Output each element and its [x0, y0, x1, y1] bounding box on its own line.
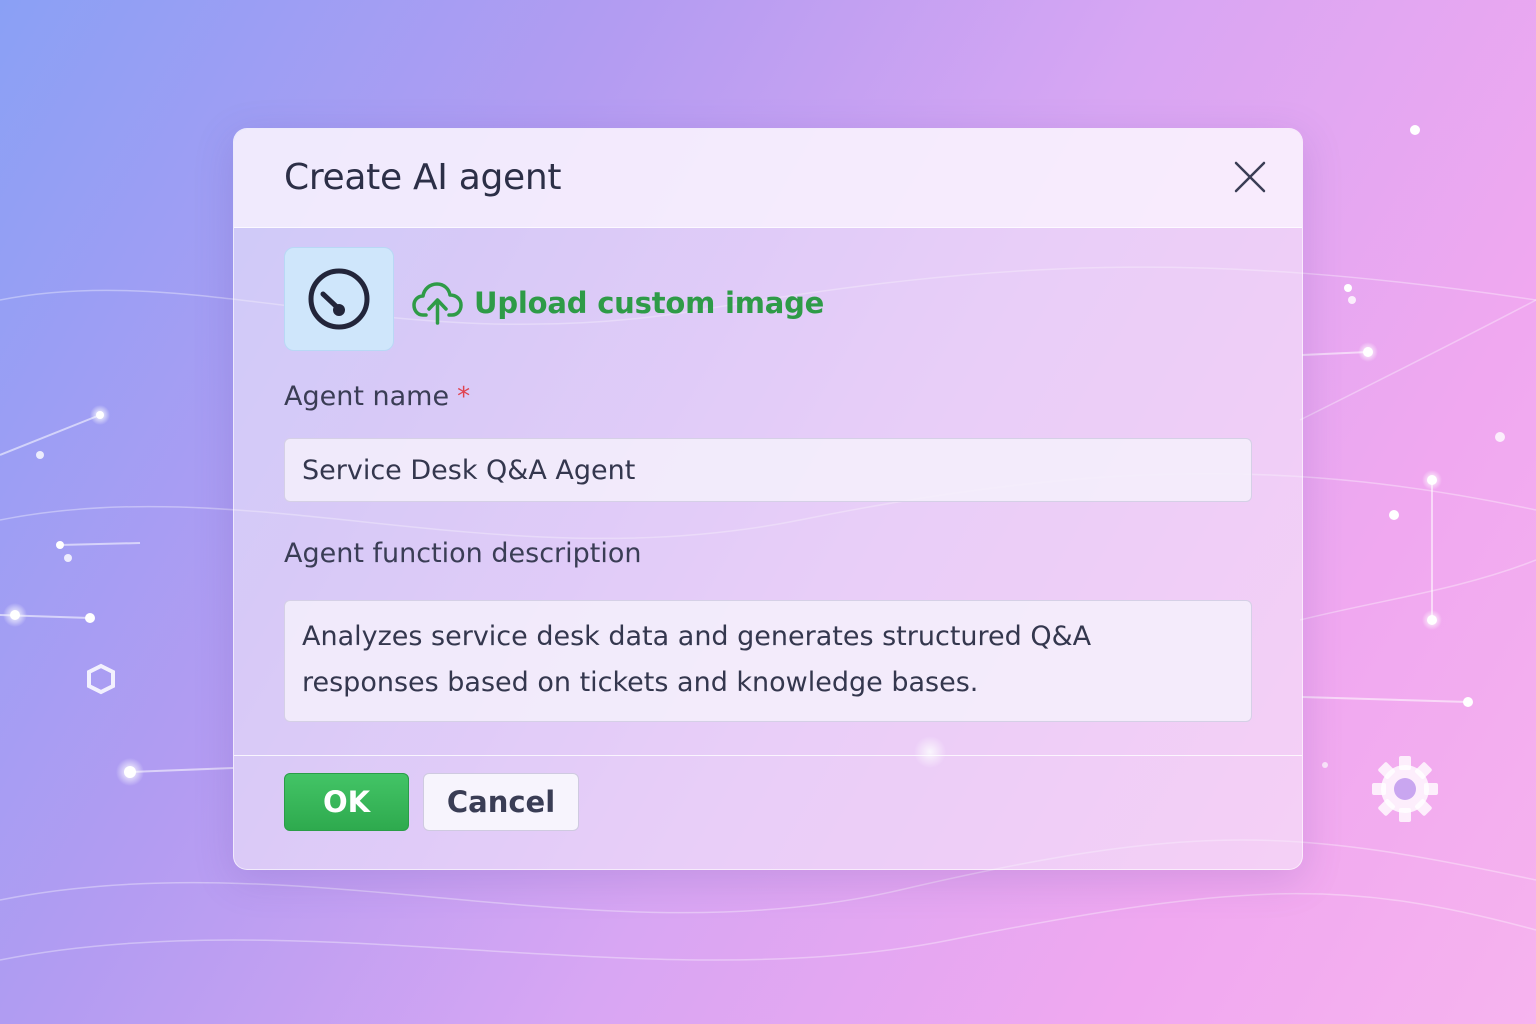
agent-description-label: Agent function description — [284, 538, 642, 569]
dialog-header: Create AI agent — [234, 129, 1302, 228]
required-marker: * — [457, 382, 471, 412]
cloud-upload-icon — [412, 282, 463, 325]
agent-description-textarea[interactable]: Analyzes service desk data and generates… — [284, 600, 1252, 722]
dialog-title: Create AI agent — [284, 157, 562, 198]
agent-name-input[interactable] — [284, 438, 1252, 502]
gauge-icon — [308, 268, 370, 330]
ok-button[interactable]: OK — [284, 773, 409, 831]
gear-icon — [1372, 756, 1438, 822]
close-icon — [1234, 161, 1266, 193]
hexagon-icon — [87, 663, 115, 695]
upload-custom-image-link[interactable]: Upload custom image — [412, 281, 824, 325]
agent-avatar[interactable] — [284, 247, 394, 351]
upload-custom-image-label: Upload custom image — [474, 286, 825, 320]
cancel-button[interactable]: Cancel — [423, 773, 579, 831]
close-button[interactable] — [1230, 157, 1270, 197]
agent-name-label-text: Agent name — [284, 381, 450, 412]
create-agent-dialog: Create AI agent Upload custom image Agen… — [233, 128, 1303, 870]
footer-divider — [234, 755, 1302, 756]
agent-name-label: Agent name * — [284, 381, 470, 412]
